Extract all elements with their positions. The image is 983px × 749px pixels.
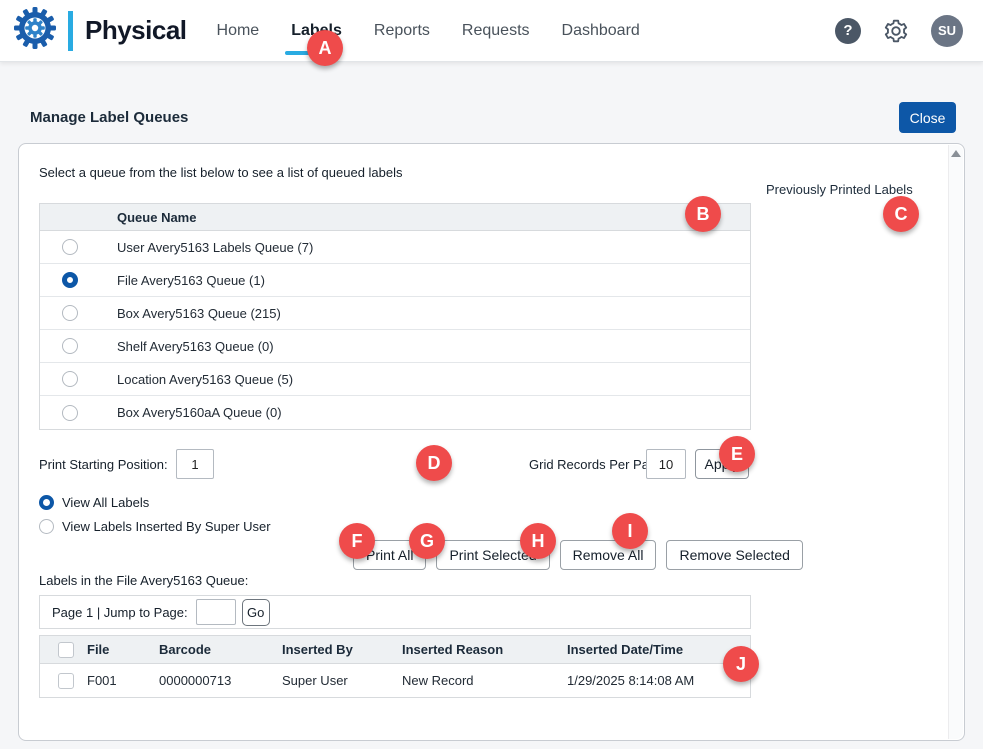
annotation-badge-i: I <box>612 513 648 549</box>
queue-name: File Avery5163 Queue (1) <box>117 273 265 288</box>
queue-radio[interactable] <box>62 305 78 321</box>
queue-row-box-avery5163[interactable]: Box Avery5163 Queue (215) <box>40 297 750 330</box>
cell-inserted-datetime: 1/29/2025 8:14:08 AM <box>567 673 750 688</box>
jump-to-page-input[interactable] <box>196 599 236 625</box>
col-barcode: Barcode <box>159 642 282 657</box>
previously-printed-labels-link[interactable]: Previously Printed Labels <box>766 182 913 197</box>
gear-logo-icon <box>12 5 58 56</box>
cell-barcode: 0000000713 <box>159 673 282 688</box>
queue-name: Shelf Avery5163 Queue (0) <box>117 339 274 354</box>
close-button[interactable]: Close <box>899 102 956 133</box>
select-all-checkbox[interactable] <box>58 642 74 658</box>
queue-name: Location Avery5163 Queue (5) <box>117 372 293 387</box>
top-navbar: Physical Home Labels Reports Requests Da… <box>0 0 983 62</box>
annotation-badge-h: H <box>520 523 556 559</box>
queue-row-file-avery5163[interactable]: File Avery5163 Queue (1) <box>40 264 750 297</box>
nav-item-home[interactable]: Home <box>217 16 260 46</box>
manage-queues-panel: Select a queue from the list below to se… <box>18 143 965 741</box>
view-labels-super-user-radio[interactable] <box>39 519 54 534</box>
annotation-badge-f: F <box>339 523 375 559</box>
queue-name-column-header: Queue Name <box>40 210 196 225</box>
settings-gear-icon[interactable] <box>883 18 909 44</box>
view-options-group: View All Labels View Labels Inserted By … <box>39 490 271 538</box>
user-avatar[interactable]: SU <box>931 15 963 47</box>
col-file: File <box>87 642 159 657</box>
annotation-badge-c: C <box>883 196 919 232</box>
view-labels-super-user-option[interactable]: View Labels Inserted By Super User <box>39 514 271 538</box>
main-nav: Home Labels Reports Requests Dashboard <box>217 16 640 46</box>
brand-divider <box>68 11 73 51</box>
grid-records-per-page-input[interactable] <box>646 449 686 479</box>
queue-radio[interactable] <box>62 239 78 255</box>
labels-in-queue-title: Labels in the File Avery5163 Queue: <box>39 573 248 588</box>
page-indicator: Page 1 | Jump to Page: <box>52 605 188 620</box>
remove-all-button[interactable]: Remove All <box>560 540 657 570</box>
queue-radio[interactable] <box>62 371 78 387</box>
queue-name: Box Avery5163 Queue (215) <box>117 306 281 321</box>
queue-row-shelf-avery5163[interactable]: Shelf Avery5163 Queue (0) <box>40 330 750 363</box>
pager-bar: Page 1 | Jump to Page: Go <box>39 595 751 629</box>
col-inserted-reason: Inserted Reason <box>402 642 567 657</box>
annotation-badge-d: D <box>416 445 452 481</box>
annotation-badge-a: A <box>307 30 343 66</box>
nav-item-reports[interactable]: Reports <box>374 16 430 46</box>
annotation-badge-e: E <box>719 436 755 472</box>
go-button[interactable]: Go <box>242 599 270 626</box>
annotation-badge-j: J <box>723 646 759 682</box>
queue-name: User Avery5163 Labels Queue (7) <box>117 240 313 255</box>
queue-name: Box Avery5160aA Queue (0) <box>117 405 282 420</box>
brand[interactable]: Physical <box>12 5 187 56</box>
queue-radio[interactable] <box>62 405 78 421</box>
brand-name: Physical <box>85 15 187 46</box>
queue-radio-selected[interactable] <box>62 272 78 288</box>
labels-table-header: File Barcode Inserted By Inserted Reason… <box>40 636 750 664</box>
print-starting-position-label: Print Starting Position: <box>39 457 168 472</box>
col-inserted-datetime: Inserted Date/Time <box>567 642 750 657</box>
cell-inserted-reason: New Record <box>402 673 567 688</box>
view-labels-super-user-label: View Labels Inserted By Super User <box>62 519 271 534</box>
queue-instructions: Select a queue from the list below to se… <box>39 165 403 180</box>
row-checkbox[interactable] <box>58 673 74 689</box>
cell-inserted-by: Super User <box>282 673 402 688</box>
page-title: Manage Label Queues <box>30 109 188 126</box>
queue-row-location-avery5163[interactable]: Location Avery5163 Queue (5) <box>40 363 750 396</box>
view-all-labels-option[interactable]: View All Labels <box>39 490 271 514</box>
annotation-badge-g: G <box>409 523 445 559</box>
nav-item-requests[interactable]: Requests <box>462 16 530 46</box>
view-all-labels-label: View All Labels <box>62 495 149 510</box>
label-table-row[interactable]: F001 0000000713 Super User New Record 1/… <box>40 664 750 697</box>
queue-table: Queue Name User Avery5163 Labels Queue (… <box>39 203 751 430</box>
navbar-right: ? SU <box>835 15 963 47</box>
help-icon[interactable]: ? <box>835 18 861 44</box>
print-controls-row: Print Starting Position: Grid Records Pe… <box>19 449 751 479</box>
print-starting-position-input[interactable] <box>176 449 214 479</box>
cell-file: F001 <box>87 673 159 688</box>
col-inserted-by: Inserted By <box>282 642 402 657</box>
annotation-badge-b: B <box>685 196 721 232</box>
queue-row-user-avery5163[interactable]: User Avery5163 Labels Queue (7) <box>40 231 750 264</box>
scrollbar-up-arrow-icon[interactable] <box>951 150 961 157</box>
view-all-labels-radio[interactable] <box>39 495 54 510</box>
queue-row-box-avery5160aa[interactable]: Box Avery5160aA Queue (0) <box>40 396 750 429</box>
queue-radio[interactable] <box>62 338 78 354</box>
queued-labels-table: File Barcode Inserted By Inserted Reason… <box>39 635 751 698</box>
panel-scrollbar[interactable] <box>948 145 963 739</box>
nav-item-dashboard[interactable]: Dashboard <box>562 16 640 46</box>
queue-table-header: Queue Name <box>40 204 750 231</box>
remove-selected-button[interactable]: Remove Selected <box>666 540 803 570</box>
